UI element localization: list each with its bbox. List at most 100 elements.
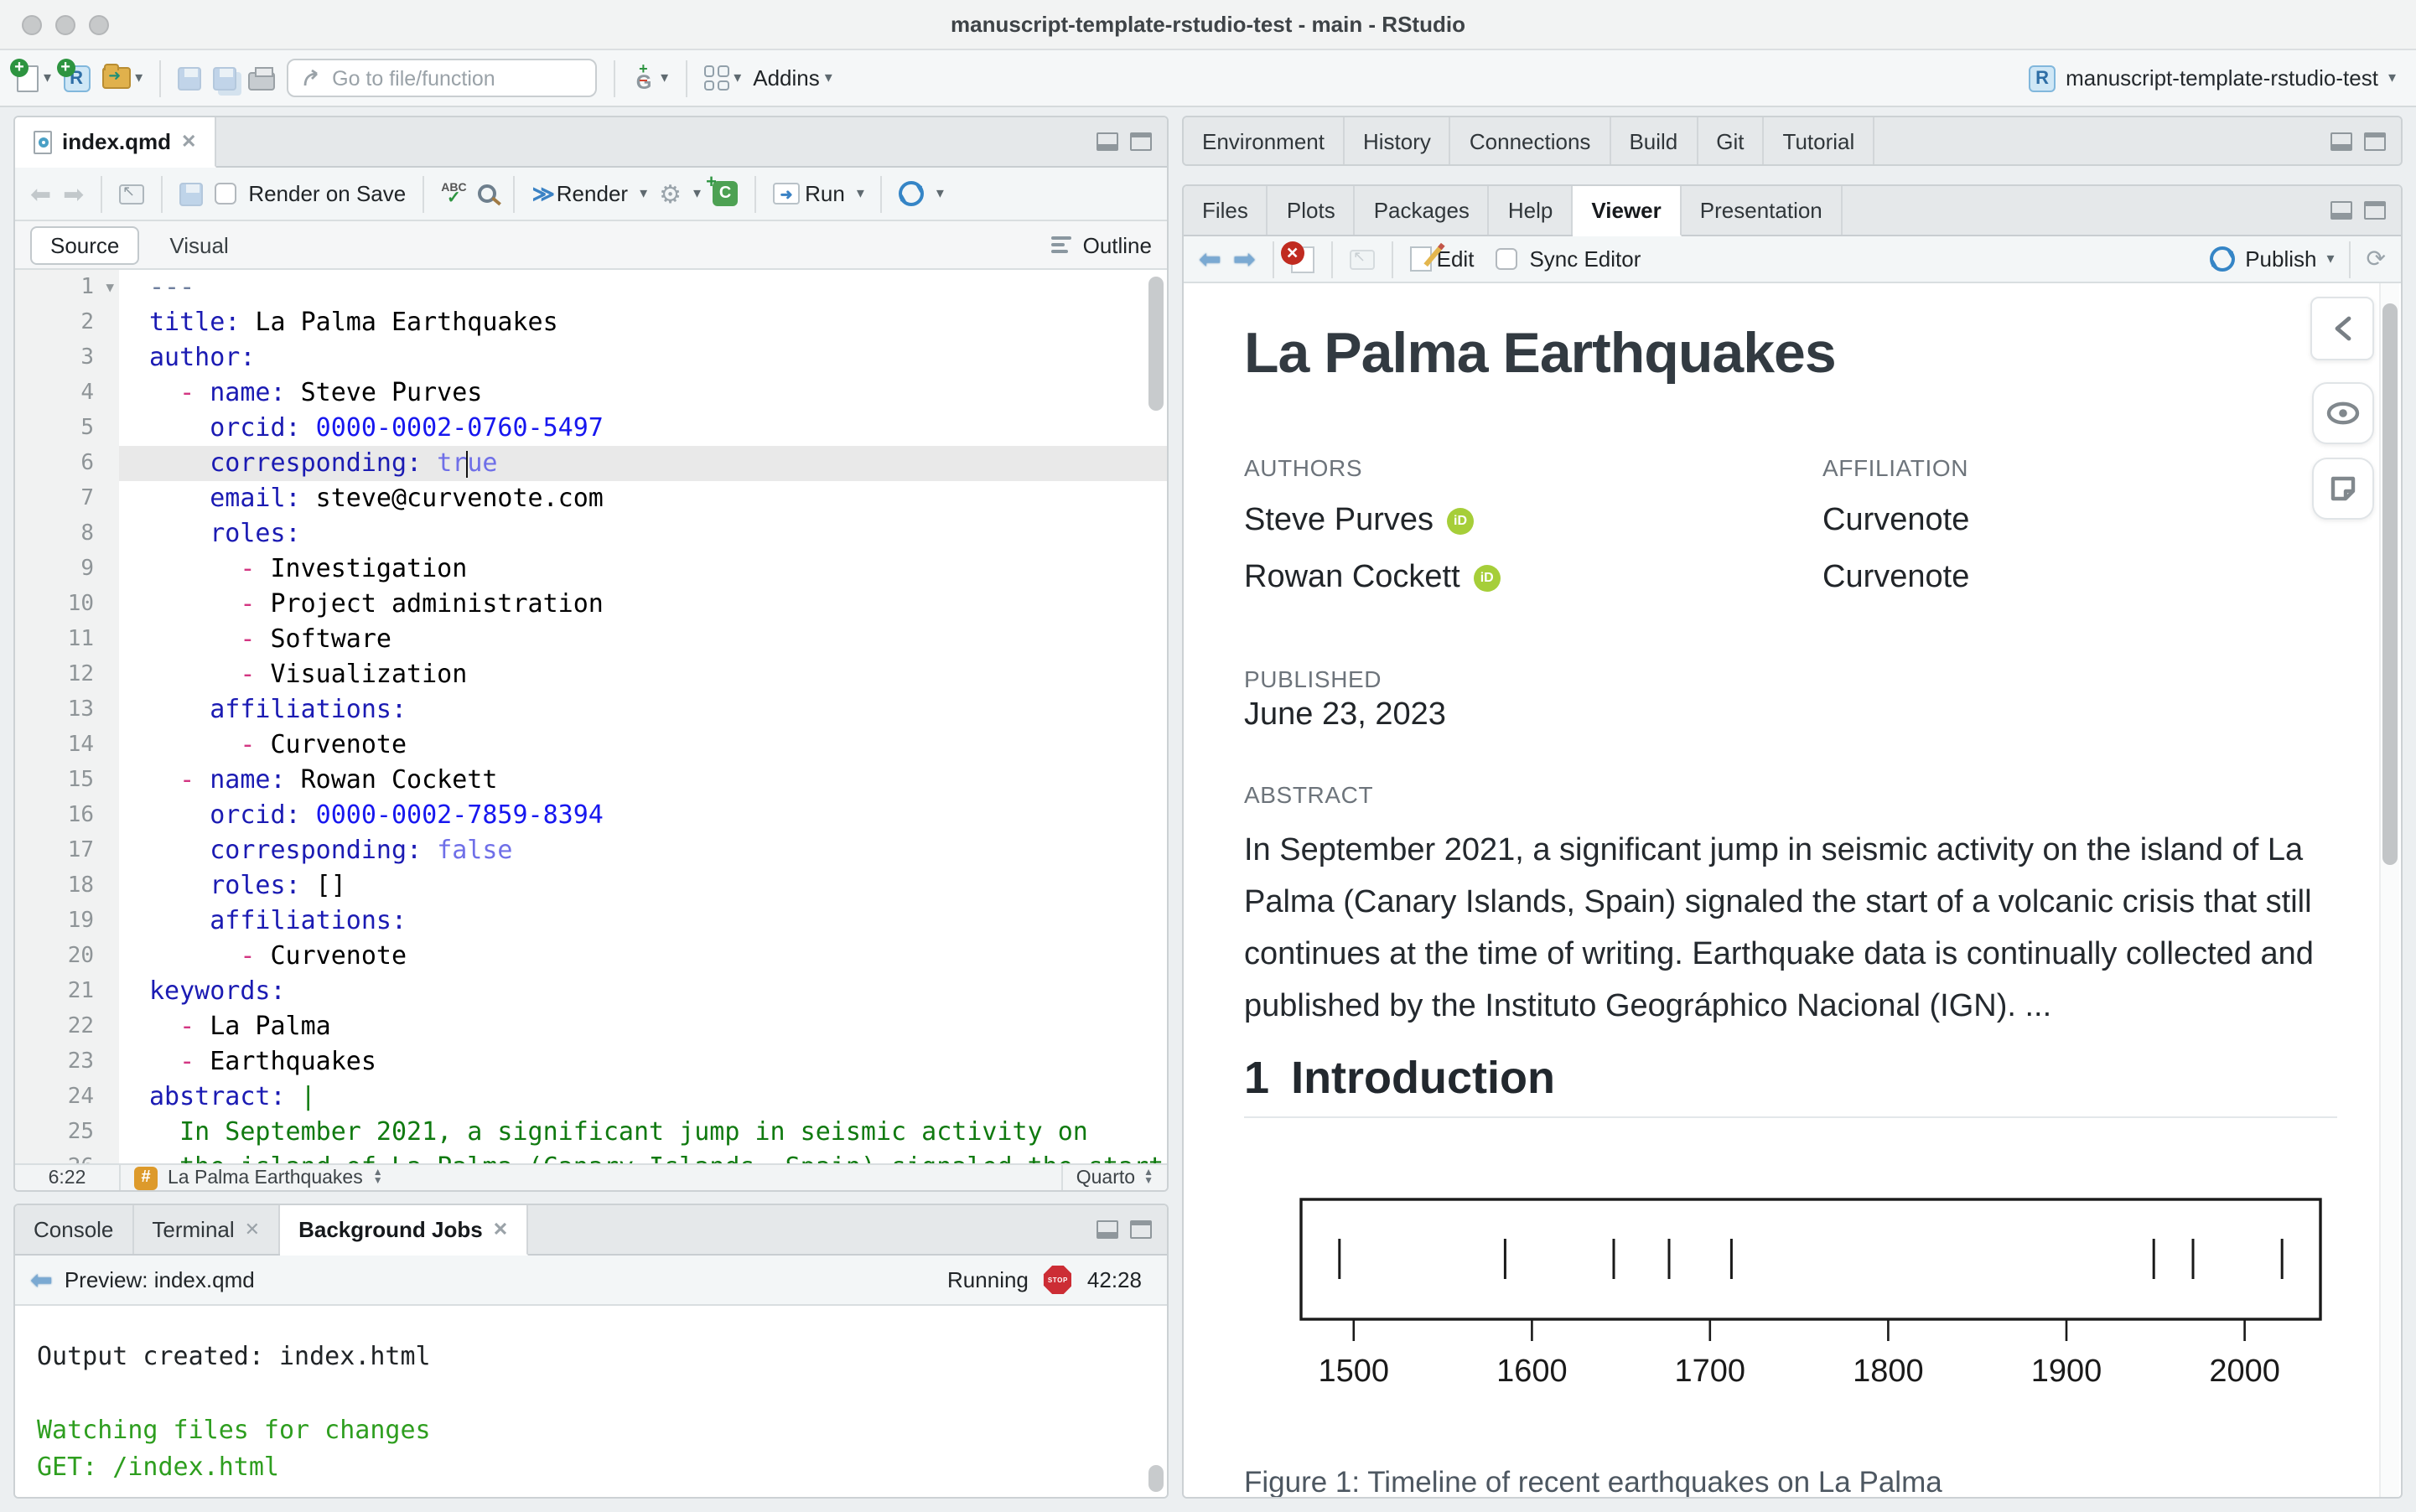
axis-label: 1900 [2031,1354,2102,1389]
maximize-pane-icon[interactable] [1130,132,1152,151]
render-on-save-checkbox[interactable] [215,183,237,205]
tab-tutorial[interactable]: Tutorial [1765,117,1875,164]
close-icon[interactable]: ✕ [245,1219,260,1240]
sync-editor-checkbox[interactable] [1496,248,1518,270]
tab-background-jobs[interactable]: Background Jobs ✕ [280,1205,529,1256]
tab-environment[interactable]: Environment [1184,117,1345,164]
orcid-icon[interactable]: iD [1473,565,1501,592]
minimize-pane-icon[interactable] [2330,201,2352,220]
maximize-pane-icon[interactable] [2364,132,2386,150]
console-scrollbar[interactable] [1148,1465,1164,1492]
open-file-button[interactable]: ▾ [101,64,143,89]
tab-plots[interactable]: Plots [1268,186,1356,235]
close-icon[interactable]: ✕ [181,131,196,153]
tab-index-qmd[interactable]: index.qmd ✕ [15,117,217,168]
outline-button[interactable]: Outline [1083,232,1152,257]
viewer-scrollbar[interactable] [2382,303,2397,865]
tab-connections[interactable]: Connections [1451,117,1611,164]
publish-button[interactable]: Publish [2245,246,2316,272]
save-all-button[interactable] [213,66,237,90]
chevron-down-icon[interactable]: ▾ [2326,251,2334,267]
preview-visibility-button[interactable] [2312,382,2374,444]
maximize-pane-icon[interactable] [1130,1220,1152,1239]
render-label: Render [556,181,629,206]
code-text: - name: Rowan Cockett [179,764,498,795]
doc-type-selector[interactable]: Quarto ▲ ▼ [1060,1165,1167,1190]
gear-icon[interactable]: ⚙ [659,179,682,209]
run-button[interactable]: ➜ Run [773,181,845,206]
pane-layout-button[interactable]: ▾ [703,65,741,91]
project-selector[interactable]: R manuscript-template-rstudio-test ▾ [2029,65,2396,91]
code-text: the island of La Palma (Canary Islands, … [119,1150,1167,1163]
tab-terminal[interactable]: Terminal ✕ [133,1205,281,1254]
save-button[interactable] [178,66,202,90]
updown-icon: ▲ ▼ [1143,1168,1154,1186]
back-icon[interactable]: ⬅ [30,179,51,209]
tab-history[interactable]: History [1345,117,1451,164]
open-in-new-window-icon[interactable] [1349,249,1375,269]
search-icon[interactable] [478,184,497,203]
minimize-pane-icon[interactable] [1097,132,1118,151]
tab-presentation[interactable]: Presentation [1682,186,1843,235]
tab-files[interactable]: Files [1184,186,1268,235]
clear-viewer-icon[interactable]: ✕ [1280,241,1314,272]
line-number: 18 [15,868,119,904]
tab-console[interactable]: Console [15,1205,134,1254]
restore-pane-icon[interactable] [2330,132,2352,150]
editor-toolbar: ⬅ ➡ Render on Save ABC✓ ≫ Render [15,168,1167,221]
chevron-down-icon[interactable]: ▾ [693,185,701,201]
orcid-icon[interactable]: iD [1447,508,1474,535]
git-menu-button[interactable]: G + − ▾ [632,61,668,94]
note-icon [2330,476,2356,501]
print-button[interactable] [248,66,276,90]
main-toolbar: + ▾ R+ ▾ Go to file/function G+− ▾ ▾ Add… [0,50,2416,107]
tab-viewer[interactable]: Viewer [1573,186,1682,236]
visual-mode-button[interactable]: Visual [151,227,246,262]
console-tabbar: Console Terminal ✕ Background Jobs ✕ [15,1205,1167,1256]
close-icon[interactable]: ✕ [493,1219,508,1240]
stop-icon[interactable]: STOP [1043,1266,1072,1294]
goto-file-input[interactable]: Go to file/function [287,59,598,97]
code-text: - Earthquakes [179,1046,376,1076]
render-button[interactable]: ≫ Render [532,180,629,207]
editor-scrollbar[interactable] [1148,277,1164,411]
tab-build[interactable]: Build [1610,117,1698,164]
fold-icon[interactable]: ▼ [106,270,114,305]
forward-icon[interactable]: ➡ [63,179,84,209]
spellcheck-icon[interactable]: ABC ✓ [441,182,466,206]
forward-icon[interactable]: ➡ [1233,242,1256,276]
annotation-button[interactable] [2312,458,2374,520]
rerun-icon[interactable] [899,181,925,206]
new-project-button[interactable]: R + [56,58,91,91]
addins-menu[interactable]: Addins ▾ [753,65,832,91]
tab-packages[interactable]: Packages [1356,186,1490,235]
code-line: 18 roles: [] [15,868,1167,904]
new-file-button[interactable]: + ▾ [10,58,51,91]
collapse-panel-button[interactable] [2310,297,2374,360]
chevron-down-icon[interactable]: ▾ [640,185,647,201]
code-line: 24 abstract: | [15,1080,1167,1115]
code-line: 21 keywords: [15,974,1167,1009]
job-output[interactable]: Output created: index.html Watching file… [15,1306,1167,1497]
code-text: - Visualization [240,659,468,689]
insert-chunk-icon[interactable]: C [706,171,739,206]
back-icon[interactable]: ⬅ [30,1263,53,1297]
maximize-pane-icon[interactable] [2364,201,2386,220]
new-file-icon: + [10,58,39,91]
tab-git[interactable]: Git [1698,117,1765,164]
back-icon[interactable]: ⬅ [1199,242,1221,276]
open-in-new-window-icon[interactable] [119,184,145,204]
section-selector[interactable]: # La Palma Earthquakes ▲ ▼ [119,1165,1061,1190]
tab-help[interactable]: Help [1490,186,1574,235]
save-icon[interactable] [179,182,204,205]
edit-button[interactable]: Edit [1409,246,1474,272]
chevron-down-icon[interactable]: ▾ [857,185,864,201]
viewer-content[interactable]: La Palma Earthquakes AUTHORS Steve Purve… [1184,283,2401,1497]
line-number: 9 [15,551,119,587]
editor-tab-label: index.qmd [62,129,172,154]
chevron-down-icon[interactable]: ▾ [936,185,944,201]
source-mode-button[interactable]: Source [30,225,140,264]
refresh-icon[interactable]: ⟳ [2367,245,2386,273]
minimize-pane-icon[interactable] [1097,1220,1118,1239]
code-editor[interactable]: 1 ▼ --- 2 title: La Palma Earthquakes 3 author… [15,270,1167,1163]
